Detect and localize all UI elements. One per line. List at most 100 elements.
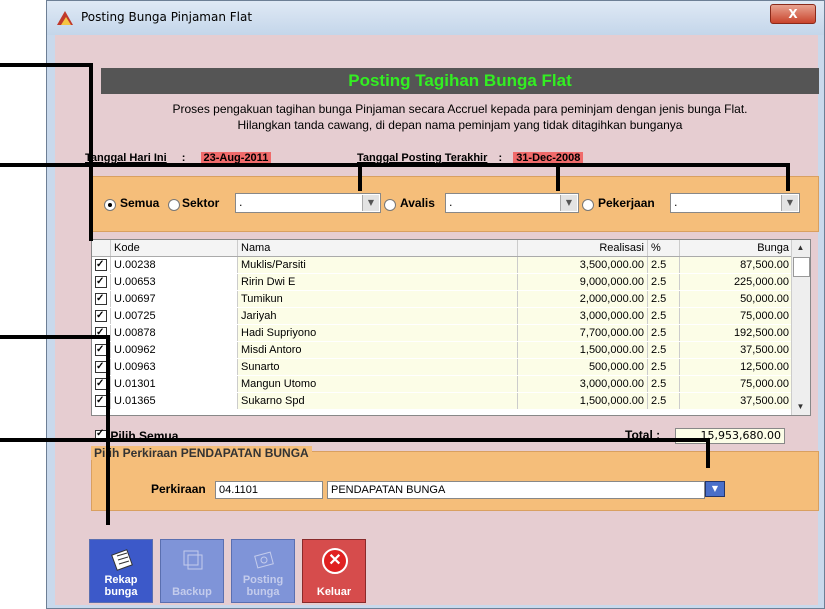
posting-label-2: bunga bbox=[246, 586, 280, 598]
radio-pekerjaan[interactable] bbox=[582, 199, 594, 211]
keluar-button[interactable]: ✕ Keluar bbox=[302, 539, 366, 603]
cell-persen: 2.5 bbox=[647, 325, 679, 341]
cell-nama: Sukarno Spd bbox=[237, 393, 517, 409]
cell-realisasi: 3,000,000.00 bbox=[517, 376, 647, 392]
annotation-line-2a bbox=[358, 163, 362, 191]
row-checkbox[interactable] bbox=[92, 308, 110, 324]
checkbox-icon[interactable] bbox=[95, 274, 107, 290]
row-checkbox[interactable] bbox=[92, 274, 110, 290]
cell-nama: Muklis/Parsiti bbox=[237, 257, 517, 273]
cell-nama: Mangun Utomo bbox=[237, 376, 517, 392]
grid-scrollbar[interactable]: ▲ ▼ bbox=[791, 240, 810, 415]
cell-persen: 2.5 bbox=[647, 308, 679, 324]
perkiraan-label: Perkiraan bbox=[151, 482, 206, 496]
perkiraan-code-input[interactable]: 04.1101 bbox=[215, 481, 323, 499]
annotation-line-3 bbox=[0, 335, 110, 339]
table-row[interactable]: U.00878Hadi Supriyono7,700,000.002.5192,… bbox=[92, 325, 792, 341]
column-header-realisasi[interactable]: Realisasi bbox=[517, 240, 647, 256]
perkiraan-name-input[interactable]: PENDAPATAN BUNGA bbox=[327, 481, 705, 499]
cell-bunga: 37,500.00 bbox=[679, 342, 792, 358]
close-button[interactable]: X bbox=[770, 4, 816, 24]
cell-persen: 2.5 bbox=[647, 393, 679, 409]
scroll-thumb[interactable] bbox=[793, 257, 810, 277]
cell-realisasi: 1,500,000.00 bbox=[517, 393, 647, 409]
cell-kode: U.00878 bbox=[110, 325, 237, 341]
cell-kode: U.00238 bbox=[110, 257, 237, 273]
radio-semua[interactable] bbox=[104, 199, 116, 211]
annotation-line-4 bbox=[0, 438, 710, 442]
column-header-kode[interactable]: Kode bbox=[110, 240, 237, 256]
perkiraan-group-title: Pilih Perkiraan PENDAPATAN BUNGA bbox=[91, 446, 312, 460]
chevron-down-icon[interactable]: ▼ bbox=[781, 195, 798, 211]
table-row[interactable]: U.00653Ririn Dwi E9,000,000.002.5225,000… bbox=[92, 274, 792, 290]
posting-icon bbox=[254, 551, 274, 569]
table-row[interactable]: U.00962Misdi Antoro1,500,000.002.537,500… bbox=[92, 342, 792, 358]
radio-pekerjaan-label: Pekerjaan bbox=[598, 196, 655, 210]
table-row[interactable]: U.00697Tumikun2,000,000.002.550,000.00 bbox=[92, 291, 792, 307]
row-checkbox[interactable] bbox=[92, 291, 110, 307]
posting-bunga-button[interactable]: Posting bunga bbox=[231, 539, 295, 603]
scroll-up-icon[interactable]: ▲ bbox=[792, 240, 809, 256]
cell-realisasi: 3,000,000.00 bbox=[517, 308, 647, 324]
table-row[interactable]: U.00238Muklis/Parsiti3,500,000.002.587,5… bbox=[92, 257, 792, 273]
backup-button[interactable]: Backup bbox=[160, 539, 224, 603]
description-line-1: Proses pengakuan tagihan bunga Pinjaman … bbox=[172, 102, 748, 116]
cell-nama: Tumikun bbox=[237, 291, 517, 307]
cell-persen: 2.5 bbox=[647, 257, 679, 273]
cell-nama: Sunarto bbox=[237, 359, 517, 375]
column-header-bunga[interactable]: Bunga bbox=[679, 240, 792, 256]
cell-bunga: 50,000.00 bbox=[679, 291, 792, 307]
checkbox-icon[interactable] bbox=[95, 257, 107, 273]
keluar-label: Keluar bbox=[316, 586, 352, 598]
table-row[interactable]: U.01301Mangun Utomo3,000,000.002.575,000… bbox=[92, 376, 792, 392]
close-icon: ✕ bbox=[322, 548, 348, 574]
rekap-bunga-button[interactable]: Rekap bunga bbox=[89, 539, 153, 603]
column-header-nama[interactable]: Nama bbox=[237, 240, 517, 256]
cell-realisasi: 7,700,000.00 bbox=[517, 325, 647, 341]
cell-nama: Misdi Antoro bbox=[237, 342, 517, 358]
annotation-line-4v bbox=[706, 438, 710, 468]
annotation-line-2b bbox=[556, 163, 560, 191]
cell-nama: Hadi Supriyono bbox=[237, 325, 517, 341]
client-area: Posting Tagihan Bunga Flat Proses pengak… bbox=[55, 35, 819, 605]
avalis-select-value: . bbox=[449, 196, 453, 209]
chevron-down-icon[interactable]: ▼ bbox=[362, 195, 379, 211]
sektor-select[interactable]: . ▼ bbox=[235, 193, 381, 213]
filter-panel: Semua Sektor . ▼ Avalis . ▼ Pekerjaan . … bbox=[91, 176, 819, 232]
table-row[interactable]: U.00963Sunarto500,000.002.512,500.00 bbox=[92, 359, 792, 375]
posting-bunga-label: Posting bunga bbox=[232, 574, 294, 598]
checkbox-icon[interactable] bbox=[95, 308, 107, 324]
cell-kode: U.00725 bbox=[110, 308, 237, 324]
avalis-select[interactable]: . ▼ bbox=[445, 193, 579, 213]
column-header-persen[interactable]: % bbox=[647, 240, 679, 256]
radio-sektor[interactable] bbox=[168, 199, 180, 211]
cell-kode: U.01301 bbox=[110, 376, 237, 392]
cell-bunga: 12,500.00 bbox=[679, 359, 792, 375]
pekerjaan-select-value: . bbox=[674, 196, 678, 209]
cell-kode: U.00963 bbox=[110, 359, 237, 375]
annotation-line-3v bbox=[106, 335, 110, 525]
cell-persen: 2.5 bbox=[647, 291, 679, 307]
perkiraan-lookup-button[interactable]: ▼ bbox=[705, 481, 725, 497]
annotation-line-1 bbox=[0, 63, 92, 67]
cell-realisasi: 1,500,000.00 bbox=[517, 342, 647, 358]
cell-persen: 2.5 bbox=[647, 342, 679, 358]
backup-icon bbox=[183, 550, 203, 570]
cell-realisasi: 9,000,000.00 bbox=[517, 274, 647, 290]
cell-persen: 2.5 bbox=[647, 376, 679, 392]
radio-avalis[interactable] bbox=[384, 199, 396, 211]
table-row[interactable]: U.00725Jariyah3,000,000.002.575,000.00 bbox=[92, 308, 792, 324]
header-check-col bbox=[92, 240, 110, 256]
table-row[interactable]: U.01365Sukarno Spd1,500,000.002.537,500.… bbox=[92, 393, 792, 409]
pekerjaan-select[interactable]: . ▼ bbox=[670, 193, 800, 213]
checkbox-icon[interactable] bbox=[95, 291, 107, 307]
row-checkbox[interactable] bbox=[92, 257, 110, 273]
grid-header: Kode Nama Realisasi % Bunga bbox=[92, 240, 792, 257]
cell-bunga: 75,000.00 bbox=[679, 376, 792, 392]
chevron-down-icon[interactable]: ▼ bbox=[560, 195, 577, 211]
data-grid: Kode Nama Realisasi % Bunga U.00238Mukli… bbox=[91, 239, 811, 416]
cell-bunga: 87,500.00 bbox=[679, 257, 792, 273]
cell-kode: U.00697 bbox=[110, 291, 237, 307]
posting-label-1: Posting bbox=[242, 574, 284, 586]
scroll-down-icon[interactable]: ▼ bbox=[792, 399, 809, 415]
